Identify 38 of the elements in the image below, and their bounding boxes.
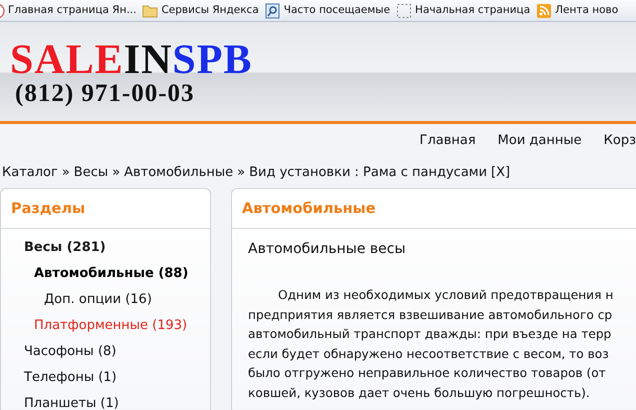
site-logo[interactable]: SALEINSPB (10, 39, 252, 81)
paragraph-line: Одним из необходимых условий предотвращения н (277, 287, 614, 304)
paragraph-line: автомобильный транспорт дважды: при въезде на терр (248, 326, 612, 343)
phone-number: (812) 971-00-03 (15, 81, 195, 107)
page-search-icon (264, 2, 281, 18)
folder-icon (142, 4, 158, 18)
category-link[interactable]: Доп. опции (16) (1, 287, 152, 313)
bookmark-link[interactable]: Часто посещаемые (284, 2, 390, 18)
breadcrumb-filter: Вид установки : Рама с пандусами (249, 164, 488, 182)
category-link[interactable]: Платформенные (193) (1, 313, 188, 339)
nav-link[interactable]: Мои данные (498, 131, 582, 151)
blank-page-icon (396, 2, 412, 18)
breadcrumb-separator: » (112, 164, 120, 182)
breadcrumb-link[interactable]: Каталог (2, 163, 58, 183)
remove-filter-link[interactable]: [X] (491, 163, 510, 183)
rss-icon (536, 2, 552, 18)
breadcrumb-separator: » (237, 164, 246, 182)
breadcrumb-link[interactable]: Автомобильные (124, 163, 234, 183)
category-link[interactable]: Планшеты (1) (1, 391, 119, 410)
category-link[interactable]: Весы (281) (1, 235, 106, 261)
bookmark-link[interactable]: Начальная страница (415, 2, 530, 18)
bookmark-link[interactable]: Сервисы Яндекса (161, 2, 259, 18)
breadcrumb-link[interactable]: Весы (74, 163, 108, 183)
paragraph-line: предприятия является взвешивание автомобильного ср (248, 306, 612, 324)
nav-link[interactable]: Корз (604, 131, 636, 151)
category-link[interactable]: Автомобильные (88) (1, 261, 188, 287)
category-link[interactable]: Часофоны (8) (1, 339, 116, 365)
paragraph-line: ковшей, кузовов дает очень большую погрешность). (248, 384, 590, 402)
bookmark-link[interactable]: Лента ново (555, 2, 618, 18)
bookmark-link[interactable]: Главная страница Ян... (8, 2, 136, 18)
breadcrumb-separator: » (62, 164, 70, 182)
content-subtitle: Автомобильные весы (248, 240, 406, 259)
category-link[interactable]: Телефоны (1) (1, 365, 117, 391)
panel-title: Разделы (1, 189, 210, 229)
panel-title: Автомобильные (232, 189, 636, 229)
paragraph-line: если будет обнаружено несоответствие с весом, то воз (248, 346, 609, 362)
nav-link[interactable]: Главная (420, 131, 476, 151)
paragraph-line: было отгружено неправильное количество товаров (от (248, 365, 606, 382)
